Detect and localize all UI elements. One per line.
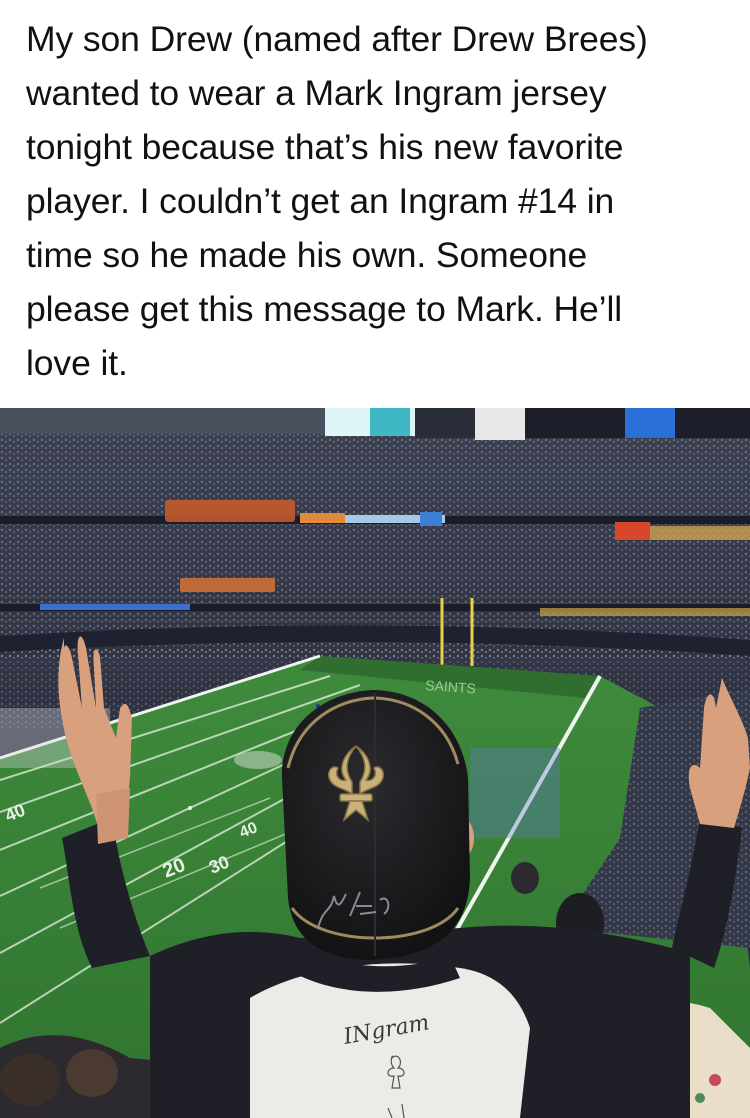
post-photo[interactable]: SAINTS 40 30 20 40 INgram [0, 408, 750, 1118]
caption-line: My son Drew (named after Drew Brees) [26, 19, 648, 59]
caption-line: love it. [26, 343, 128, 383]
caption-line: tonight because that’s his new favorite [26, 127, 624, 167]
caption-line: time so he made his own. Someone [26, 235, 588, 275]
caption-line: player. I couldn’t get an Ingram #14 in [26, 181, 615, 221]
caption-line: please get this message to Mark. He’ll [26, 289, 623, 329]
caption-line: wanted to wear a Mark Ingram jersey [26, 73, 607, 113]
social-post: My son Drew (named after Drew Brees) wan… [0, 0, 750, 1118]
post-caption: My son Drew (named after Drew Brees) wan… [26, 12, 736, 390]
